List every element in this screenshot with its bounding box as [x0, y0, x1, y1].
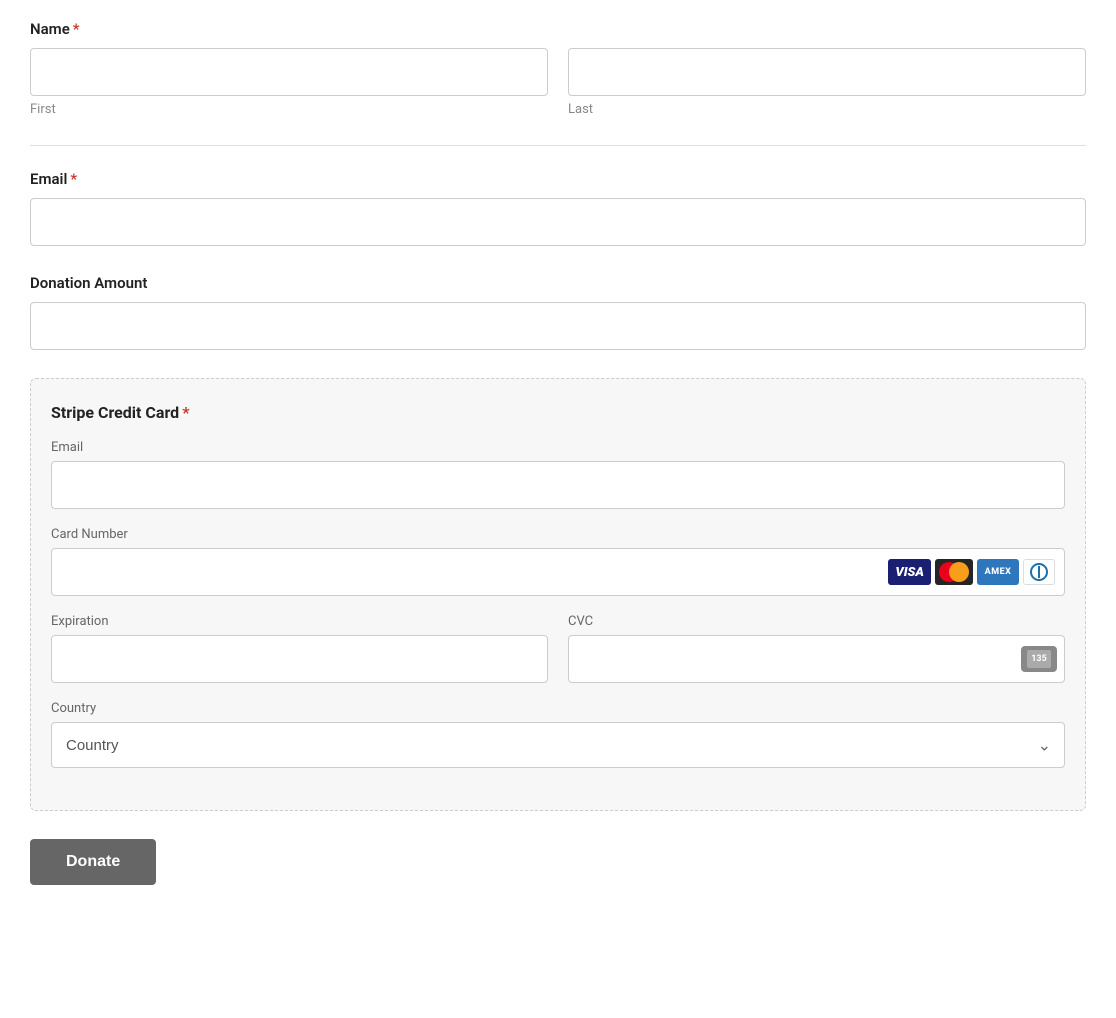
- first-name-input[interactable]: [30, 48, 548, 96]
- expiration-input[interactable]: [51, 635, 548, 683]
- card-number-wrapper: VISA AMEX: [51, 548, 1065, 596]
- donation-amount-section: Donation Amount 0.00: [30, 274, 1086, 350]
- stripe-email-input[interactable]: [51, 461, 1065, 509]
- country-select-wrapper: Country United States Canada United King…: [51, 722, 1065, 768]
- name-row: First Last: [30, 48, 1086, 117]
- email-input[interactable]: [30, 198, 1086, 246]
- mastercard-icon: [935, 559, 973, 585]
- stripe-required: *: [182, 403, 189, 422]
- cvc-label: CVC: [568, 614, 1065, 629]
- expiration-label: Expiration: [51, 614, 548, 629]
- first-name-col: First: [30, 48, 548, 117]
- amex-icon: AMEX: [977, 559, 1019, 585]
- exp-cvc-row: Expiration CVC 135: [51, 614, 1065, 683]
- name-label: Name*: [30, 20, 1086, 38]
- cvc-badge: 135: [1021, 646, 1057, 672]
- donation-amount-label: Donation Amount: [30, 274, 1086, 292]
- stripe-credit-card-section: Stripe Credit Card* Email Card Number VI…: [30, 378, 1086, 811]
- expiration-col: Expiration: [51, 614, 548, 683]
- stripe-email-field: Email: [51, 440, 1065, 509]
- first-sublabel: First: [30, 102, 548, 117]
- country-select[interactable]: Country United States Canada United King…: [51, 722, 1065, 768]
- country-field: Country Country United States Canada Uni…: [51, 701, 1065, 768]
- donate-button[interactable]: Donate: [30, 839, 156, 885]
- name-section: Name* First Last: [30, 20, 1086, 117]
- last-name-col: Last: [568, 48, 1086, 117]
- email-required: *: [70, 170, 77, 188]
- stripe-email-label: Email: [51, 440, 1065, 455]
- cvc-input[interactable]: [568, 635, 1065, 683]
- diners-inner: [1030, 563, 1048, 581]
- donation-amount-input[interactable]: 0.00: [30, 302, 1086, 350]
- email-label: Email*: [30, 170, 1086, 188]
- stripe-section-title: Stripe Credit Card*: [51, 403, 1065, 422]
- email-section: Email*: [30, 170, 1086, 246]
- last-sublabel: Last: [568, 102, 1086, 117]
- country-label: Country: [51, 701, 1065, 716]
- divider-1: [30, 145, 1086, 146]
- mc-circle-right: [949, 562, 969, 582]
- card-number-field: Card Number VISA AMEX: [51, 527, 1065, 596]
- last-name-input[interactable]: [568, 48, 1086, 96]
- name-required: *: [73, 20, 80, 38]
- cvc-badge-inner: 135: [1027, 650, 1051, 668]
- diners-line: [1038, 566, 1040, 578]
- card-number-label: Card Number: [51, 527, 1065, 542]
- card-icons: VISA AMEX: [888, 559, 1055, 585]
- visa-icon: VISA: [888, 559, 931, 585]
- cvc-col: CVC 135: [568, 614, 1065, 683]
- diners-icon: [1023, 559, 1055, 585]
- cvc-wrapper: 135: [568, 635, 1065, 683]
